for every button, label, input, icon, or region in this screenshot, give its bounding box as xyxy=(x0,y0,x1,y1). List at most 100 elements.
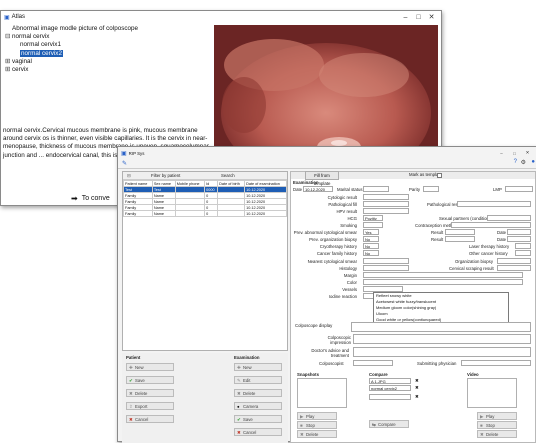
organization-biopsy-field[interactable] xyxy=(497,258,531,264)
form-field-value[interactable] xyxy=(363,194,409,200)
table-cell: 0 xyxy=(204,210,219,217)
tree-node[interactable]: ⊞ cervix xyxy=(5,66,205,74)
date-field[interactable]: 10.12.2020 xyxy=(303,186,333,192)
remove-icon[interactable]: ✖ xyxy=(415,394,419,400)
doctor-advice-field[interactable] xyxy=(353,347,531,357)
remove-icon[interactable]: ✖ xyxy=(415,378,419,384)
close-icon[interactable]: ✕ xyxy=(425,13,438,21)
fill-template-button[interactable]: Fill from template xyxy=(305,171,339,186)
snapshots-box[interactable] xyxy=(297,378,347,408)
result-field-2[interactable] xyxy=(445,236,475,242)
expand-icon[interactable]: ⊞ xyxy=(5,66,12,74)
info-icon[interactable]: ● xyxy=(531,159,535,165)
form-field-value[interactable] xyxy=(363,201,409,207)
form-field-value[interactable]: Yes xyxy=(363,229,379,235)
cervical-scraping-field[interactable] xyxy=(497,265,531,271)
form-field-label: Cryotherapy history xyxy=(319,244,357,249)
edit-icon[interactable]: ✎ xyxy=(122,160,127,167)
form-field-label: Histology xyxy=(339,266,357,271)
impression-field[interactable] xyxy=(353,334,531,344)
video-box[interactable] xyxy=(467,378,517,408)
delete-button[interactable]: ✖ Delete xyxy=(126,389,174,397)
expand-icon[interactable]: ⊞ xyxy=(5,58,12,66)
stop-media-button[interactable]: ■ Stop xyxy=(477,421,517,429)
other-cancer-field[interactable] xyxy=(515,250,531,256)
convert-button[interactable]: ➡ To conve xyxy=(71,194,110,203)
sexual-partners-field[interactable] xyxy=(487,215,531,221)
form-field-value[interactable] xyxy=(363,279,523,285)
settings-icon[interactable]: ⚙ xyxy=(521,159,526,166)
actions-area: Patient Examination ✚ New ✔ Save ✖ Delete ⇪ Exp… xyxy=(122,353,288,443)
table-row[interactable]: Family Name 0 10.12.2020 xyxy=(123,210,287,217)
new-button[interactable]: ✚ New xyxy=(126,363,174,371)
delete-media-button[interactable]: ✖ Delete xyxy=(297,430,337,438)
play-icon: ▶ xyxy=(300,414,304,419)
button-label: Delete xyxy=(135,391,148,396)
submitting-physician-field[interactable] xyxy=(461,360,531,366)
close-icon[interactable]: ✕ xyxy=(521,150,534,156)
form-field-label: Cytologic result xyxy=(327,195,357,200)
date-small-field-1[interactable] xyxy=(507,229,531,235)
play-media-button[interactable]: ▶ Play xyxy=(297,412,337,420)
form-field-value[interactable] xyxy=(363,208,409,214)
result-field-1[interactable] xyxy=(445,229,475,235)
compare-item-1[interactable]: A 1.JPG xyxy=(369,378,411,384)
snapshots-label: Snapshots xyxy=(297,372,319,377)
maximize-icon[interactable]: □ xyxy=(508,151,521,156)
edit-icon: ✎ xyxy=(237,378,241,383)
save-button[interactable]: ✔ Save xyxy=(126,376,174,384)
play-media-button[interactable]: ▶ Play xyxy=(477,412,517,420)
lmp-field[interactable] xyxy=(505,186,533,192)
sexual-partners-label: Sexual partners (conditions) xyxy=(439,216,493,221)
tree-node[interactable]: ⊟ normal cervix xyxy=(5,33,205,41)
mark-template-checkbox[interactable] xyxy=(437,173,442,178)
form-field-value[interactable]: Pozitiv xyxy=(363,215,383,221)
date-small-field-2[interactable] xyxy=(507,236,531,242)
app-icon: ▣ xyxy=(4,14,10,21)
filter-label[interactable]: Filter by patient xyxy=(151,173,180,178)
laser-field[interactable] xyxy=(515,243,531,249)
colposcopist-field[interactable] xyxy=(353,360,393,366)
form-field-value[interactable] xyxy=(363,222,383,228)
camera-button[interactable]: ● Camera xyxy=(234,402,282,410)
form-field-value[interactable] xyxy=(363,265,409,271)
color-dropdown-list[interactable]: Refleet snowy white Acetowest white fuzzy… xyxy=(373,292,509,324)
colposcope-display-field[interactable] xyxy=(351,322,531,332)
form-field-value[interactable]: No xyxy=(363,250,379,256)
search-button[interactable]: Search xyxy=(221,173,235,178)
delete-button[interactable]: ✖ Delete xyxy=(234,389,282,397)
maximize-icon[interactable]: □ xyxy=(412,14,425,21)
compare-button[interactable]: ⇆ Compare xyxy=(369,420,409,428)
pathological-result-field[interactable] xyxy=(457,201,531,207)
form-field-value[interactable]: No xyxy=(363,243,379,249)
date-label: Date xyxy=(293,187,303,192)
minimize-icon[interactable]: – xyxy=(399,14,412,21)
edit-button[interactable]: ✎ Edit xyxy=(234,376,282,384)
cancel-button[interactable]: ✖ Cancel xyxy=(126,415,174,423)
stop-media-button[interactable]: ■ Stop xyxy=(297,421,337,429)
compare-item-3[interactable] xyxy=(369,394,411,400)
form-field-value[interactable] xyxy=(363,272,523,278)
contraception-field[interactable] xyxy=(451,222,531,228)
parity-field[interactable] xyxy=(423,186,439,192)
form-field-value[interactable] xyxy=(363,258,409,264)
save-button[interactable]: ✔ Save xyxy=(234,415,282,423)
delete-media-button[interactable]: ✖ Delete xyxy=(477,430,517,438)
video-label: Video xyxy=(467,372,479,377)
tree-node[interactable]: Abnormal image modle picture of colposco… xyxy=(5,25,205,33)
new-button[interactable]: ✚ New xyxy=(234,363,282,371)
cancel-button[interactable]: ✖ Cancel xyxy=(234,428,282,436)
export-button[interactable]: ⇪ Export xyxy=(126,402,174,410)
marital-select[interactable] xyxy=(363,186,389,192)
delete-icon: ✖ xyxy=(480,432,484,437)
collapse-icon[interactable]: ⊟ xyxy=(5,33,12,41)
form-field-value[interactable]: No xyxy=(363,236,379,242)
tree-node[interactable]: normal cervix1 xyxy=(5,41,205,49)
help-icon[interactable]: ? xyxy=(514,159,517,165)
remove-icon[interactable]: ✖ xyxy=(415,385,419,391)
minimize-icon[interactable]: – xyxy=(495,151,508,156)
cervical-scraping-label: Cervical scraping result xyxy=(449,266,494,271)
compare-item-2[interactable]: normal cervix2 xyxy=(369,385,411,391)
tree-node[interactable]: ⊞ vaginal xyxy=(5,58,205,66)
tree-node[interactable]: normal cervix2 xyxy=(5,49,205,58)
